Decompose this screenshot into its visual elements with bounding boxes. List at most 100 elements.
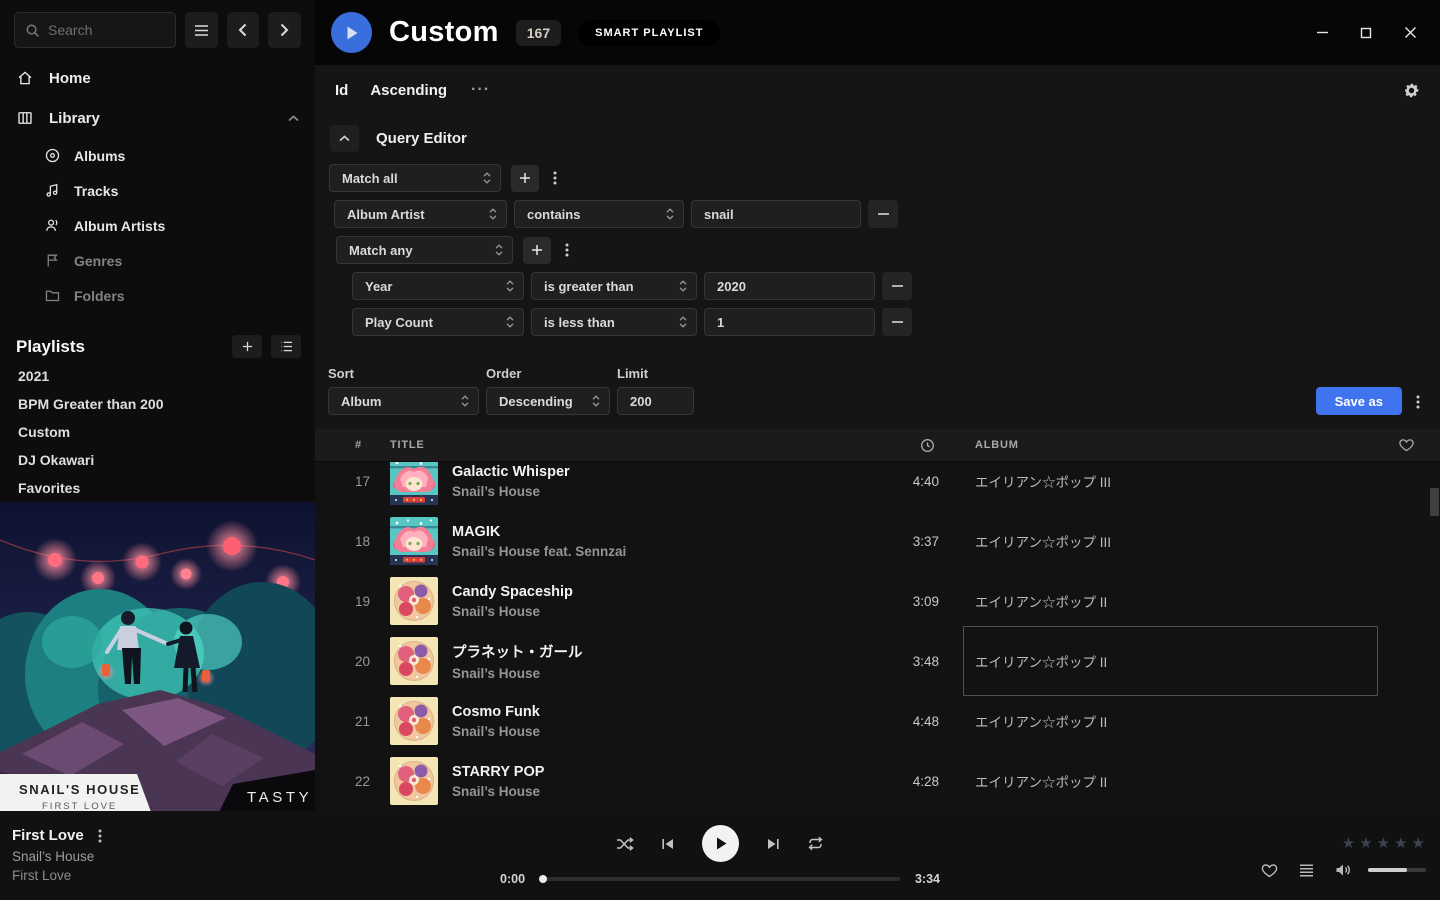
sort-label: Sort bbox=[328, 366, 479, 381]
collapse-query-editor-button[interactable] bbox=[330, 125, 359, 152]
track-number: 18 bbox=[355, 534, 390, 549]
art-artist-text: SNAIL'S HOUSE bbox=[19, 782, 140, 797]
save-as-button[interactable]: Save as bbox=[1316, 387, 1402, 415]
playlist-item[interactable]: DJ Okawari bbox=[0, 446, 315, 474]
next-track-button[interactable] bbox=[766, 837, 780, 851]
now-playing-options-kebab[interactable] bbox=[98, 829, 102, 843]
now-playing-artist[interactable]: Snail’s House bbox=[12, 849, 480, 864]
rule-operator-select[interactable]: contains bbox=[514, 200, 684, 228]
playlist-item[interactable]: 2021 bbox=[0, 362, 315, 390]
sidebar-item-label: Genres bbox=[74, 253, 122, 269]
previous-track-button[interactable] bbox=[661, 837, 675, 851]
track-row[interactable]: 17 Galactic Whisper Snail’s House 4:40 エ… bbox=[315, 462, 1440, 511]
queue-icon[interactable] bbox=[1299, 864, 1314, 877]
sidebar-item-albums[interactable]: Albums bbox=[44, 138, 315, 173]
sidebar-item-folders[interactable]: Folders bbox=[44, 278, 315, 313]
playlist-item[interactable]: BPM Greater than 200 bbox=[0, 390, 315, 418]
remove-rule-button[interactable] bbox=[868, 200, 898, 228]
more-options-control[interactable]: ··· bbox=[471, 81, 490, 99]
match-all-select[interactable]: Match all bbox=[329, 164, 501, 192]
rule-field-select[interactable]: Play Count bbox=[352, 308, 524, 336]
sidebar-item-genres[interactable]: Genres bbox=[44, 243, 315, 278]
chevron-up-icon[interactable] bbox=[288, 115, 299, 122]
rule-value-input[interactable] bbox=[704, 207, 851, 222]
add-rule-button[interactable] bbox=[511, 165, 539, 192]
star-icon[interactable]: ★ bbox=[1412, 834, 1426, 852]
search-input[interactable] bbox=[48, 22, 165, 38]
rule-operator-select[interactable]: is greater than bbox=[531, 272, 697, 300]
track-row[interactable]: 20 プラネット・ガール Snail’s House 3:48 エイリアン☆ポッ… bbox=[315, 631, 1440, 691]
now-playing-artwork[interactable]: SNAIL'S HOUSE FIRST LOVE TASTY bbox=[0, 502, 315, 811]
playlist-item[interactable]: Favorites bbox=[0, 474, 315, 502]
track-album[interactable]: エイリアン☆ポップ II bbox=[975, 571, 1395, 631]
group-options-kebab[interactable] bbox=[558, 237, 576, 264]
save-options-kebab[interactable] bbox=[1409, 388, 1427, 415]
query-editor-title: Query Editor bbox=[376, 130, 467, 147]
star-icon[interactable]: ★ bbox=[1377, 834, 1391, 852]
track-album-focused[interactable]: エイリアン☆ポップ II bbox=[975, 631, 1395, 691]
remove-rule-button[interactable] bbox=[882, 308, 912, 336]
star-icon[interactable]: ★ bbox=[1394, 834, 1408, 852]
duration-clock-icon[interactable] bbox=[920, 438, 941, 453]
sidebar-item-library[interactable]: Library bbox=[0, 98, 315, 138]
play-playlist-button[interactable] bbox=[331, 12, 372, 53]
now-playing-album[interactable]: First Love bbox=[12, 868, 480, 883]
track-row[interactable]: 18 MAGIK Snail’s House feat. Sennzai 3:3… bbox=[315, 511, 1440, 571]
close-button[interactable] bbox=[1396, 19, 1424, 47]
seek-handle[interactable] bbox=[539, 875, 547, 883]
menu-button[interactable] bbox=[185, 12, 218, 48]
match-any-select[interactable]: Match any bbox=[336, 236, 513, 264]
playlist-list-button[interactable] bbox=[271, 335, 301, 358]
sidebar-item-tracks[interactable]: Tracks bbox=[44, 173, 315, 208]
rule-field-select[interactable]: Album Artist bbox=[334, 200, 507, 228]
select-spinner-icon bbox=[489, 208, 497, 220]
playlist-item[interactable]: Custom bbox=[0, 418, 315, 446]
favorite-heart-icon[interactable] bbox=[1261, 863, 1278, 878]
rule-field-select[interactable]: Year bbox=[352, 272, 524, 300]
minimize-button[interactable] bbox=[1308, 19, 1336, 47]
limit-input[interactable] bbox=[630, 394, 684, 409]
column-header-album[interactable]: ALBUM bbox=[975, 439, 1395, 451]
rating-stars[interactable]: ★★★★★ bbox=[1342, 834, 1426, 852]
track-album[interactable]: エイリアン☆ポップ III bbox=[975, 511, 1395, 571]
play-pause-button[interactable] bbox=[702, 825, 739, 862]
search-box[interactable] bbox=[14, 12, 176, 48]
track-album[interactable]: エイリアン☆ポップ II bbox=[975, 751, 1395, 811]
music-note-icon bbox=[44, 182, 61, 199]
track-row[interactable]: 22 STARRY POP Snail’s House 4:28 エイリアン☆ポ… bbox=[315, 751, 1440, 811]
track-album[interactable]: エイリアン☆ポップ II bbox=[975, 691, 1395, 751]
track-row[interactable]: 19 Candy Spaceship Snail’s House 3:09 エイ… bbox=[315, 571, 1440, 631]
nav-back-button[interactable] bbox=[227, 12, 260, 48]
maximize-button[interactable] bbox=[1352, 19, 1380, 47]
group-options-kebab[interactable] bbox=[546, 165, 564, 192]
add-rule-button[interactable] bbox=[523, 237, 551, 264]
order-select[interactable]: Descending bbox=[486, 387, 610, 415]
sort-field-control[interactable]: Id bbox=[335, 82, 348, 99]
track-album-art bbox=[390, 577, 438, 625]
rule-value-input[interactable] bbox=[717, 315, 865, 330]
column-header-title[interactable]: TITLE bbox=[390, 439, 866, 451]
sort-select[interactable]: Album bbox=[328, 387, 479, 415]
rule-operator-select[interactable]: is less than bbox=[531, 308, 697, 336]
sidebar-item-label: Folders bbox=[74, 288, 125, 304]
settings-gear-icon[interactable] bbox=[1403, 82, 1420, 99]
add-playlist-button[interactable] bbox=[232, 335, 262, 358]
volume-icon[interactable] bbox=[1335, 863, 1353, 877]
track-album[interactable]: エイリアン☆ポップ III bbox=[975, 462, 1395, 511]
sidebar-item-home[interactable]: Home bbox=[0, 58, 315, 98]
repeat-button[interactable] bbox=[807, 836, 824, 851]
sidebar-item-album-artists[interactable]: Album Artists bbox=[44, 208, 315, 243]
track-row[interactable]: 21 Cosmo Funk Snail’s House 4:48 エイリアン☆ポ… bbox=[315, 691, 1440, 751]
star-icon[interactable]: ★ bbox=[1342, 834, 1356, 852]
remove-rule-button[interactable] bbox=[882, 272, 912, 300]
favorite-column-icon[interactable] bbox=[1399, 438, 1440, 452]
nav-forward-button[interactable] bbox=[268, 12, 301, 48]
vertical-scrollbar-thumb[interactable] bbox=[1430, 488, 1439, 516]
volume-slider[interactable] bbox=[1368, 868, 1426, 872]
shuffle-button[interactable] bbox=[616, 836, 634, 852]
column-header-number[interactable]: # bbox=[355, 439, 390, 451]
star-icon[interactable]: ★ bbox=[1359, 834, 1373, 852]
seek-bar[interactable] bbox=[540, 877, 900, 881]
rule-value-input[interactable] bbox=[717, 279, 865, 294]
sort-direction-control[interactable]: Ascending bbox=[370, 82, 447, 99]
